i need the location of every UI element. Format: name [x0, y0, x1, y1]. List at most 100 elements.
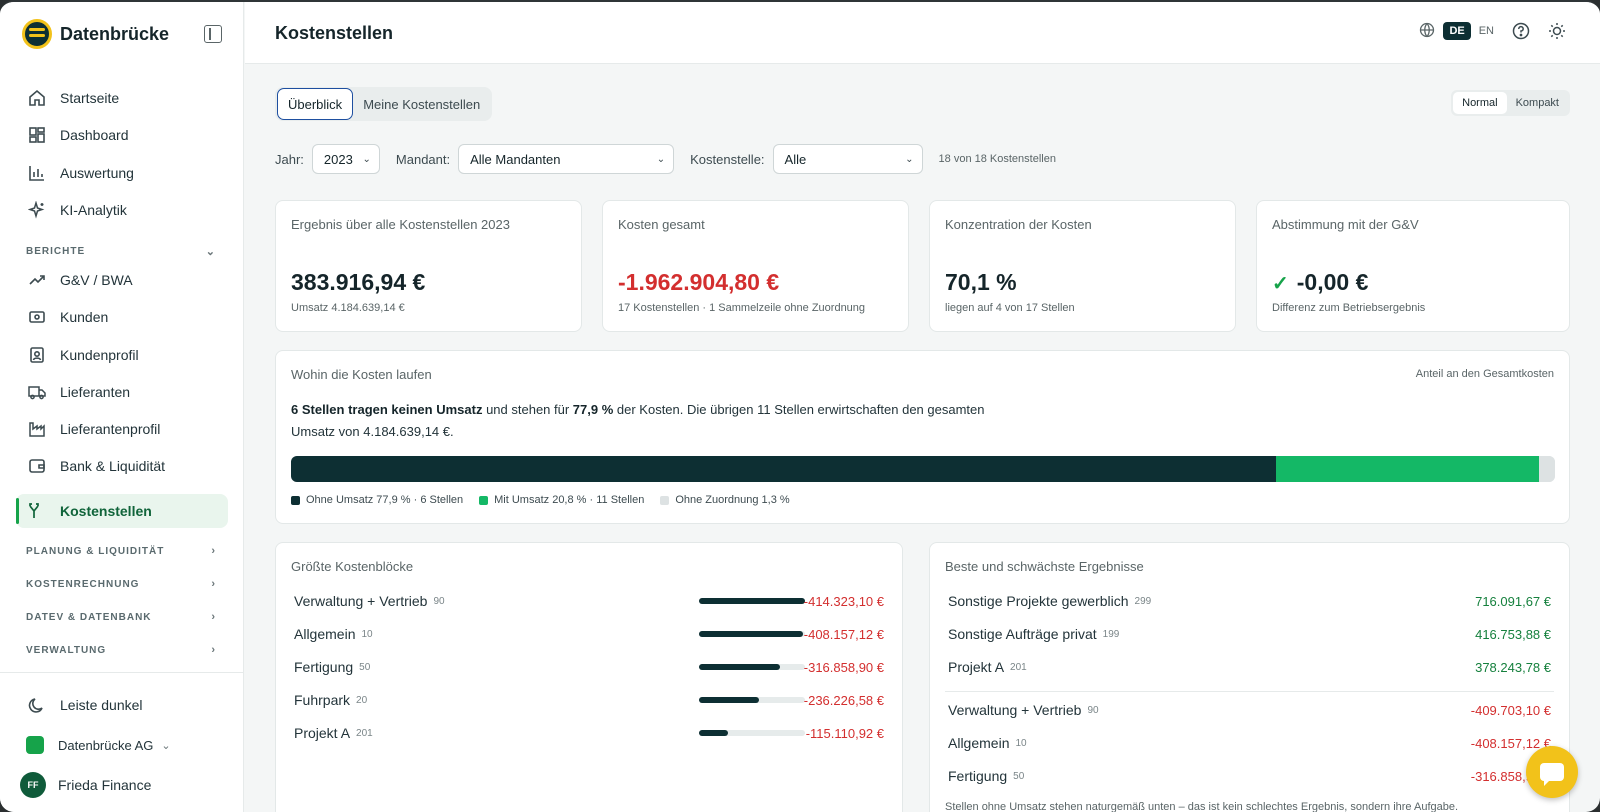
share-bar	[699, 730, 805, 736]
share-bar-fill	[699, 697, 760, 703]
brand[interactable]: Datenbrücke	[22, 18, 169, 50]
segment-ohne-zuordnung[interactable]	[1538, 456, 1555, 482]
section-verwaltung[interactable]: VERWALTUNG ›	[26, 644, 216, 656]
table-row[interactable]: Projekt A 201 -115.110,92 €	[294, 723, 884, 743]
sidebar-item-kundenprofil[interactable]: Kundenprofil	[16, 338, 228, 372]
truck-icon	[28, 383, 46, 401]
sidebar-item-lieferantenprofil[interactable]: Lieferantenprofil	[16, 412, 228, 446]
org-switcher[interactable]: Datenbrücke AG ⌄	[26, 736, 171, 754]
chevron-down-icon: ⌄	[161, 739, 171, 752]
table-row[interactable]: Verwaltung + Vertrieb 90 -409.703,10 €	[948, 700, 1551, 720]
table-row[interactable]: Fuhrpark 20 -236.226,58 €	[294, 690, 884, 710]
cash-icon	[28, 308, 46, 326]
segment-mit-umsatz[interactable]	[1275, 456, 1539, 482]
factory-icon	[28, 420, 46, 438]
chevron-right-icon: ›	[211, 644, 216, 656]
sidebar-item-kostenstellen[interactable]: Kostenstellen	[16, 494, 228, 528]
row-name: Sonstige Aufträge privat	[948, 626, 1097, 642]
sun-icon[interactable]	[1548, 22, 1566, 40]
kpi-value: 70,1 %	[945, 269, 1017, 295]
sidebar-item-auswertung[interactable]: Auswertung	[16, 156, 228, 190]
sidebar-item-label: Kunden	[60, 309, 109, 325]
user-menu[interactable]: FF Frieda Finance	[20, 772, 151, 798]
client-value: Alle Mandanten	[470, 151, 561, 167]
legend-label: Ohne Umsatz 77,9 % · 6 Stellen	[306, 494, 464, 506]
row-name: Allgemein	[294, 626, 356, 642]
chat-bubble-icon	[1540, 763, 1564, 786]
view-tabs: Überblick Meine Kostenstellen	[275, 87, 493, 121]
cost-center-select[interactable]: Alle ⌄	[772, 144, 923, 174]
kpi-value: -1.962.904,80 €	[618, 269, 780, 295]
tab-ueberblick[interactable]: Überblick	[277, 88, 354, 120]
row-code: 90	[433, 595, 445, 607]
year-value: 2023	[323, 151, 353, 167]
row-name: Projekt A	[294, 725, 351, 741]
row-amount: -115.110,92 €	[805, 725, 884, 741]
share-bar-fill	[699, 631, 804, 637]
row-name: Fertigung	[948, 768, 1008, 784]
row-amount: -409.703,10 €	[1470, 702, 1551, 718]
sidebar-item-label: Startseite	[60, 90, 120, 106]
table-row[interactable]: Sonstige Projekte gewerblich 299 716.091,…	[948, 591, 1551, 611]
sidebar-item-kunden[interactable]: Kunden	[16, 300, 228, 334]
row-code: 201	[356, 727, 373, 739]
table-row[interactable]: Allgemein 10 -408.157,12 €	[294, 624, 884, 644]
table-row[interactable]: Sonstige Aufträge privat 199 416.753,88 €	[948, 624, 1551, 644]
footnote: Stellen ohne Umsatz stehen naturgemäß un…	[945, 801, 1459, 812]
sidebar-item-ki-analytik[interactable]: KI-Analytik	[16, 193, 228, 227]
chevron-down-icon: ⌄	[205, 246, 216, 258]
sidebar-item-guv[interactable]: G&V / BWA	[16, 263, 228, 297]
segment-ohne-umsatz[interactable]	[291, 456, 1276, 482]
section-datev[interactable]: DATEV & DATENBANK ›	[26, 611, 216, 623]
sidebar-item-lieferanten[interactable]: Lieferanten	[16, 375, 228, 409]
home-icon	[28, 89, 46, 107]
card-title: Wohin die Kosten laufen	[291, 367, 432, 382]
year-select[interactable]: 2023 ⌄	[311, 144, 380, 174]
card-title: Größte Kostenblöcke	[291, 559, 414, 574]
share-bar	[699, 664, 805, 670]
client-select[interactable]: Alle Mandanten ⌄	[458, 144, 675, 174]
section-kostenrechnung[interactable]: KOSTENRECHNUNG ›	[26, 578, 216, 590]
header-actions: DE EN	[1419, 22, 1566, 40]
table-row[interactable]: Fertigung 50 -316.858,90 €	[294, 657, 884, 677]
table-row[interactable]: Verwaltung + Vertrieb 90 -414.323,10 €	[294, 591, 884, 611]
user-name: Frieda Finance	[58, 777, 152, 793]
lang-de-button[interactable]: DE	[1443, 22, 1471, 40]
tab-meine-kostenstellen[interactable]: Meine Kostenstellen	[353, 88, 490, 120]
help-icon[interactable]	[1512, 22, 1530, 40]
kpi-card-kosten: Kosten gesamt -1.962.904,80 € 17 Kostens…	[602, 200, 909, 332]
chevron-right-icon: ›	[211, 545, 216, 557]
cost-flow-card: Wohin die Kosten laufen Anteil an den Ge…	[275, 350, 1570, 524]
legend-swatch	[291, 495, 300, 505]
collapse-sidebar-icon[interactable]	[204, 25, 222, 43]
density-compact-button[interactable]: Kompakt	[1507, 92, 1568, 114]
lang-en-button[interactable]: EN	[1479, 25, 1494, 37]
chat-button[interactable]	[1526, 746, 1578, 798]
section-label: PLANUNG & LIQUIDITÄT	[26, 545, 165, 557]
moon-icon	[28, 696, 46, 714]
kpi-title: Ergebnis über alle Kostenstellen 2023	[291, 217, 510, 232]
density-normal-button[interactable]: Normal	[1453, 92, 1507, 114]
chevron-down-icon: ⌄	[656, 153, 666, 165]
table-row[interactable]: Allgemein 10 -408.157,12 €	[948, 733, 1551, 753]
kpi-subtext: 17 Kostenstellen · 1 Sammelzeile ohne Zu…	[618, 302, 866, 314]
share-bar-fill	[699, 664, 781, 670]
chevron-down-icon: ⌄	[905, 153, 914, 165]
row-code: 20	[356, 694, 368, 706]
table-row[interactable]: Fertigung 50 -316.858,90 €	[948, 766, 1551, 786]
sidebar-item-startseite[interactable]: Startseite	[16, 81, 228, 115]
section-planung[interactable]: PLANUNG & LIQUIDITÄT ›	[26, 545, 216, 557]
card-title: Beste und schwächste Ergebnisse	[945, 559, 1144, 574]
legend-swatch	[479, 495, 489, 505]
avatar: FF	[20, 772, 46, 798]
sidebar-item-bank[interactable]: Bank & Liquidität	[16, 449, 228, 483]
kpi-card-konzentration: Konzentration der Kosten 70,1 % liegen a…	[929, 200, 1236, 332]
brand-name: Datenbrücke	[60, 23, 170, 44]
section-berichte[interactable]: BERICHTE ⌄	[26, 245, 216, 258]
chevron-right-icon: ›	[211, 578, 216, 590]
kpi-title: Kosten gesamt	[618, 217, 705, 232]
row-code: 10	[1015, 737, 1027, 749]
table-row[interactable]: Projekt A 201 378.243,78 €	[948, 657, 1551, 677]
dark-sidebar-toggle[interactable]: Leiste dunkel	[16, 688, 228, 722]
sidebar-item-dashboard[interactable]: Dashboard	[16, 118, 228, 152]
